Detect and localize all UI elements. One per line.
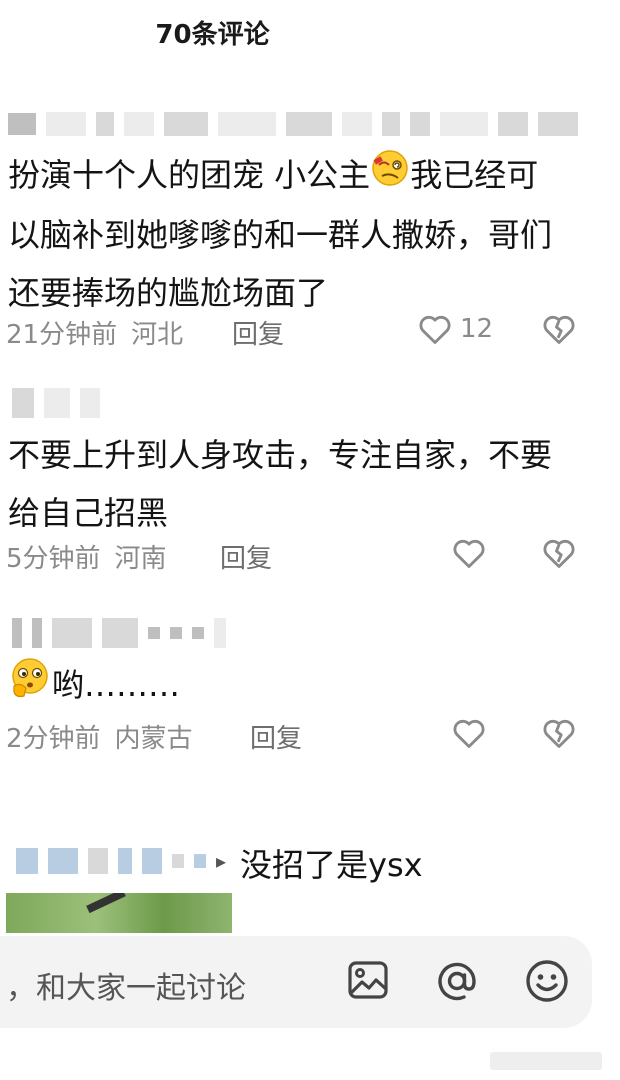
like-button[interactable]: 12 (416, 310, 493, 348)
comment-text: 不要上升到人身攻击，专注自家，不要 给自己招黑 (8, 426, 608, 542)
like-button[interactable] (450, 534, 488, 572)
comment-line: 扮演十个人的团宠 小公主 我已经可 (8, 146, 608, 206)
dislike-button[interactable] (540, 534, 578, 572)
comment-line: 哟……… (8, 656, 608, 718)
broken-heart-icon (540, 310, 578, 348)
reply-button[interactable]: 回复 (232, 314, 284, 351)
username-blurred[interactable] (12, 388, 110, 418)
reply-button[interactable]: 回复 (250, 718, 302, 755)
watermark (490, 1052, 602, 1070)
thinking-emoji-icon (8, 656, 52, 718)
comment-location: 内蒙古 (114, 723, 193, 754)
comment-text-part: 哟……… (52, 666, 181, 704)
heart-icon (416, 310, 454, 348)
like-count: 12 (460, 314, 494, 344)
username-blurred[interactable] (12, 618, 236, 648)
heart-icon (450, 714, 488, 752)
comment-location: 河北 (131, 319, 184, 350)
comment-time: 21分钟前 (6, 319, 118, 350)
header-title: 70条评论 (155, 20, 270, 50)
comment-input-placeholder[interactable]: ，和大家一起讨论 (6, 963, 246, 1007)
reply-arrow-icon: ▸ (216, 849, 227, 873)
username-blurred[interactable]: ▸ (16, 848, 226, 874)
image-thumbnail[interactable] (6, 893, 232, 933)
comment-input-bar[interactable]: ，和大家一起讨论 (0, 936, 592, 1028)
comment-meta: 21分钟前 河北 回复 (6, 312, 606, 352)
reply-button[interactable]: 回复 (220, 538, 272, 575)
comment-time: 2分钟前 (6, 723, 101, 754)
heart-icon (450, 534, 488, 572)
comment-meta: 5分钟前 河南 回复 (6, 536, 606, 576)
reply-preview-text: 没招了是ysx (240, 846, 423, 884)
at-icon[interactable] (434, 958, 480, 1008)
comment-line: 以脑补到她嗲嗲的和一群人撒娇，哥们 (8, 216, 553, 254)
comment-text: 扮演十个人的团宠 小公主 我已经可 以脑补到她嗲嗲的和一群人撒娇，哥们 还要捧场的… (8, 146, 608, 322)
comment-line: 不要上升到人身攻击，专注自家，不要 (8, 436, 553, 474)
broken-heart-icon (540, 714, 578, 752)
comment-time: 5分钟前 (6, 543, 101, 574)
comment-text: 哟……… (8, 656, 608, 718)
comment-meta: 2分钟前 内蒙古 回复 (6, 716, 606, 756)
comment-line: 给自己招黑 (8, 494, 169, 532)
dislike-button[interactable] (540, 310, 578, 348)
emoji-icon[interactable] (524, 958, 570, 1008)
broken-heart-icon (540, 534, 578, 572)
dislike-button[interactable] (540, 714, 578, 752)
comment-text-part: 扮演十个人的团宠 小公主 (8, 156, 371, 194)
comment-text-part: 我已经可 (410, 156, 539, 194)
comment-location: 河南 (114, 543, 167, 574)
like-button[interactable] (450, 714, 488, 752)
username-blurred[interactable] (8, 112, 588, 136)
dizzy-emoji-icon (370, 148, 410, 206)
image-icon[interactable] (346, 958, 390, 1006)
